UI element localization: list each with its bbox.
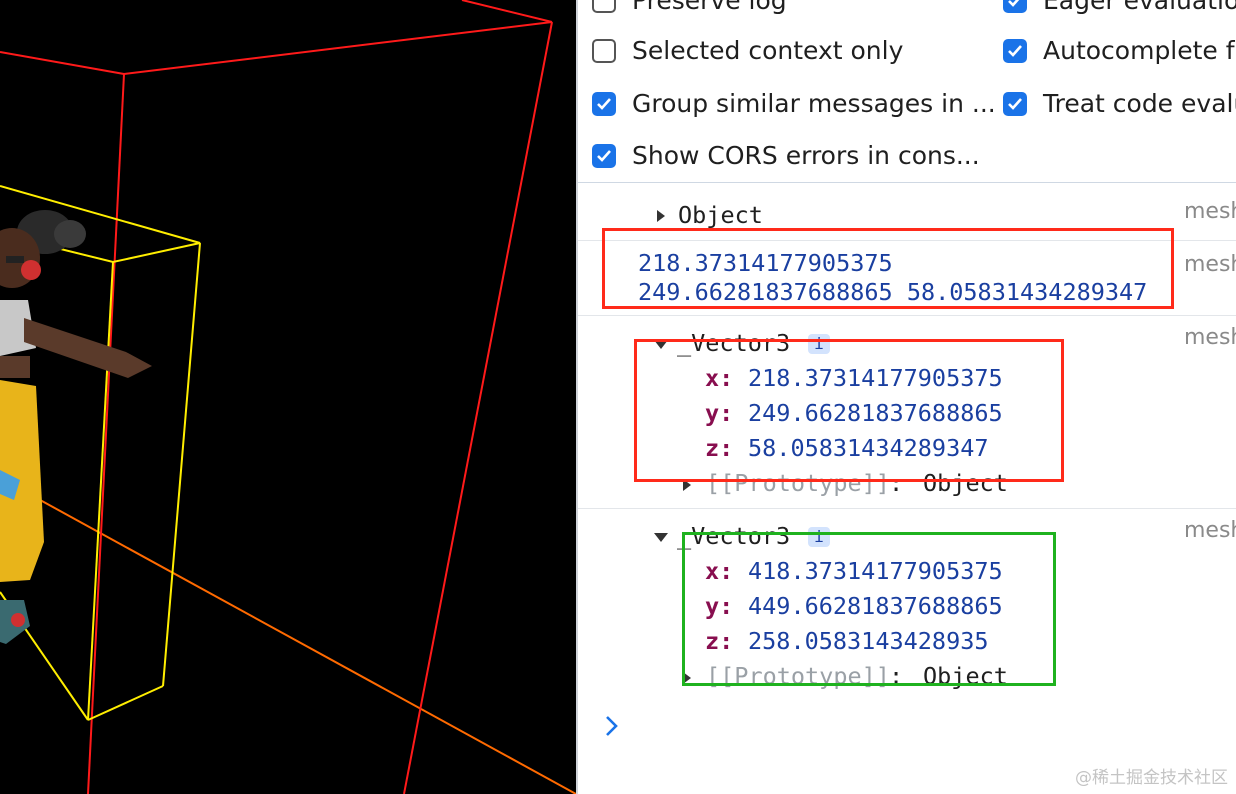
eager-evaluation-label: Eager evaluation [1043,0,1236,15]
group-similar-checkbox[interactable] [592,91,616,116]
settings-separator [578,182,1236,183]
preserve-log-checkbox[interactable] [592,0,616,13]
message-source-link[interactable]: mesh [1184,252,1236,277]
treat-code-option[interactable]: Treat code evalu [1003,89,1236,118]
group-similar-label: Group similar messages in ... [632,89,996,118]
expand-triangle-icon[interactable] [657,210,665,222]
message-source-link[interactable]: mesh [1184,325,1236,350]
devtools-console-panel: Preserve log Eager evaluation Selected c… [578,0,1236,794]
3d-viewport[interactable] [0,0,576,794]
show-cors-checkbox[interactable] [592,143,616,168]
red-highlight-box [634,339,1064,482]
eager-evaluation-option[interactable]: Eager evaluation [1003,0,1236,15]
selected-context-only-option[interactable]: Selected context only [592,36,903,65]
scene-canvas [0,0,576,794]
object-label: Object [678,201,763,229]
autocomplete-checkbox[interactable] [1003,38,1027,63]
message-source-link[interactable]: mesh [1184,199,1236,224]
show-cors-option[interactable]: Show CORS errors in cons... [592,141,980,170]
chevron-right-icon[interactable] [602,713,622,739]
character-model [0,210,152,644]
watermark: @稀土掘金技术社区 [1075,768,1228,788]
message-separator [578,315,1236,316]
preserve-log-option[interactable]: Preserve log [592,0,787,15]
message-source-link[interactable]: mesh [1184,518,1236,543]
message-separator [578,508,1236,509]
treat-code-checkbox[interactable] [1003,91,1027,116]
preserve-log-label: Preserve log [632,0,787,15]
autocomplete-option[interactable]: Autocomplete fr [1003,36,1236,65]
show-cors-label: Show CORS errors in cons... [632,141,980,170]
collapse-triangle-icon[interactable] [654,533,668,542]
outer-bounding-box [0,0,553,794]
red-highlight-box [602,228,1174,309]
eager-evaluation-checkbox[interactable] [1003,0,1027,13]
autocomplete-label: Autocomplete fr [1043,36,1236,65]
ground-axis-line [0,477,576,794]
selected-context-only-checkbox[interactable] [592,38,616,63]
treat-code-label: Treat code evalu [1043,89,1236,118]
green-highlight-box [682,532,1056,686]
group-similar-option[interactable]: Group similar messages in ... [592,89,996,118]
selected-context-only-label: Selected context only [632,36,904,65]
